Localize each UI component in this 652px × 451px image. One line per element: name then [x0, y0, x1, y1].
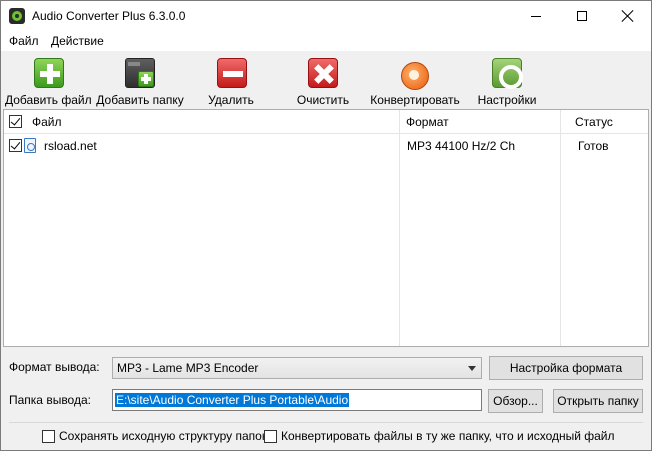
keep-structure-option[interactable]: Сохранять исходную структуру папок [42, 429, 267, 445]
remove-button[interactable]: Удалить [201, 56, 261, 107]
minimize-button[interactable] [513, 1, 559, 31]
browse-button[interactable]: Обзор... [488, 389, 543, 413]
title-bar[interactable]: Audio Converter Plus 6.3.0.0 [1, 1, 651, 31]
add-folder-button[interactable]: Добавить папку [95, 56, 185, 107]
output-format-label: Формат вывода: [9, 360, 100, 374]
convert-label: Конвертировать [370, 93, 460, 107]
same-folder-label[interactable]: Конвертировать файлы в ту же папку, что … [281, 429, 615, 443]
chevron-down-icon [468, 366, 476, 371]
column-header-format[interactable]: Формат [406, 115, 449, 129]
output-panel: Формат вывода: MP3 - Lame MP3 Encoder На… [1, 348, 651, 450]
add-file-icon [34, 58, 64, 88]
menu-file[interactable]: Файл [9, 34, 39, 48]
same-folder-checkbox[interactable] [264, 430, 277, 443]
output-folder-label: Папка вывода: [9, 393, 91, 407]
folder-plus-icon [138, 71, 154, 87]
open-folder-button[interactable]: Открыть папку [553, 389, 643, 413]
gear-icon [492, 58, 523, 89]
clear-label: Очистить [296, 93, 350, 107]
add-file-button[interactable]: Добавить файл [5, 56, 92, 107]
column-header-file[interactable]: Файл [32, 115, 62, 129]
select-all-checkbox[interactable] [9, 115, 22, 128]
file-list-header: Файл Формат Статус [4, 110, 648, 134]
add-folder-label: Добавить папку [96, 93, 184, 107]
menu-action[interactable]: Действие [51, 34, 104, 48]
menu-bar: Файл Действие [1, 31, 651, 51]
convert-icon [399, 58, 429, 90]
keep-structure-label[interactable]: Сохранять исходную структуру папок [59, 429, 267, 443]
file-list[interactable]: Файл Формат Статус rsload.net MP3 44100 … [3, 109, 649, 347]
settings-button[interactable]: Настройки [475, 56, 539, 107]
maximize-icon [577, 11, 587, 21]
output-format-select[interactable]: MP3 - Lame MP3 Encoder [112, 357, 482, 379]
maximize-button[interactable] [559, 1, 605, 31]
row-format: MP3 44100 Hz/2 Ch [407, 139, 516, 153]
output-folder-value: E:\site\Audio Converter Plus Portable\Au… [115, 393, 350, 407]
close-icon [622, 10, 634, 22]
row-checkbox[interactable] [9, 139, 22, 152]
settings-label: Настройки [477, 93, 537, 107]
clear-button[interactable]: Очистить [291, 56, 355, 107]
toolbar: Добавить файл Добавить папку Удалить Очи… [1, 52, 651, 108]
output-folder-input[interactable]: E:\site\Audio Converter Plus Portable\Au… [112, 389, 482, 411]
format-settings-button[interactable]: Настройка формата [489, 356, 643, 380]
convert-button[interactable]: Конвертировать [369, 56, 461, 107]
same-folder-option[interactable]: Конвертировать файлы в ту же папку, что … [264, 429, 615, 445]
remove-icon [217, 58, 247, 88]
audio-file-icon [24, 138, 36, 153]
app-window: Audio Converter Plus 6.3.0.0 Файл Действ… [0, 0, 652, 451]
table-row[interactable]: rsload.net MP3 44100 Hz/2 Ch Готов [4, 136, 648, 156]
add-folder-icon [125, 58, 155, 88]
keep-structure-checkbox[interactable] [42, 430, 55, 443]
remove-label: Удалить [208, 93, 254, 107]
column-header-status[interactable]: Статус [575, 115, 613, 129]
clear-icon [308, 58, 338, 88]
minimize-icon [531, 15, 541, 17]
close-button[interactable] [605, 1, 651, 31]
row-status: Готов [578, 139, 609, 153]
row-file-name: rsload.net [44, 139, 97, 153]
output-format-value: MP3 - Lame MP3 Encoder [117, 361, 259, 375]
app-logo-icon [9, 8, 25, 24]
window-title: Audio Converter Plus 6.3.0.0 [32, 9, 186, 23]
add-file-label: Добавить файл [5, 93, 92, 107]
divider [9, 422, 643, 423]
